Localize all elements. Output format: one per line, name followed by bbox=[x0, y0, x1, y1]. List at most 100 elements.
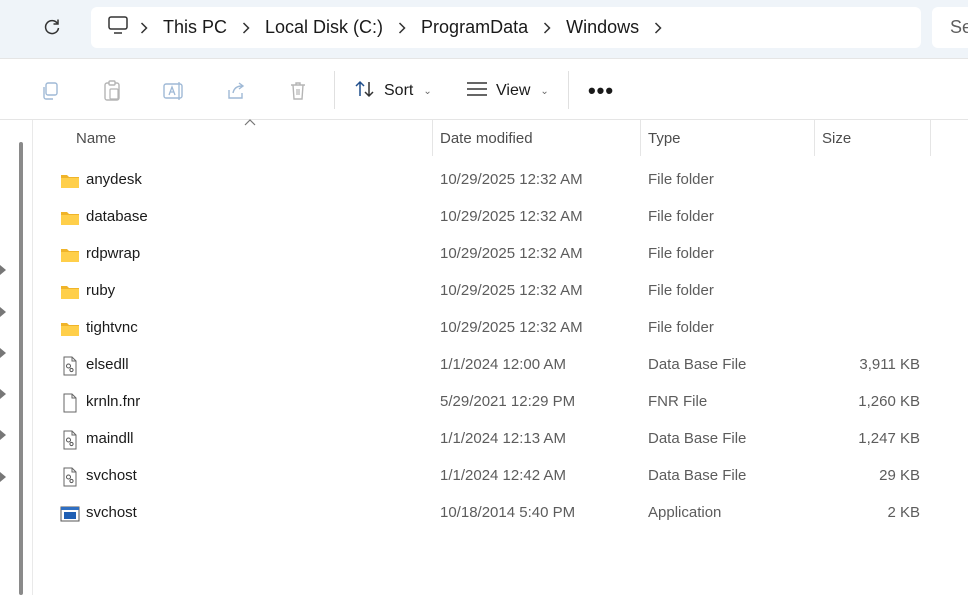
file-name: maindll bbox=[86, 430, 134, 447]
breadcrumb-label[interactable]: Local Disk (C:) bbox=[261, 17, 387, 38]
file-row[interactable]: rdpwrap 10/29/2025 12:32 AM File folder bbox=[50, 236, 930, 273]
settings-file-icon bbox=[63, 467, 77, 487]
breadcrumb-local-disk[interactable]: Local Disk (C:) bbox=[261, 17, 417, 38]
address-row: This PC Local Disk (C:) ProgramData Wind… bbox=[0, 0, 968, 58]
breadcrumb-programdata[interactable]: ProgramData bbox=[417, 17, 562, 38]
file-type: Application bbox=[648, 504, 722, 521]
file-row[interactable]: elsedll 1/1/2024 12:00 AM Data Base File… bbox=[50, 347, 930, 384]
search-placeholder: Se bbox=[950, 17, 968, 37]
chevron-down-icon: ⌄ bbox=[423, 85, 432, 97]
file-row[interactable]: anydesk 10/29/2025 12:32 AM File folder bbox=[50, 162, 930, 199]
view-button[interactable]: View ⌄ bbox=[466, 77, 549, 105]
application-icon bbox=[60, 506, 80, 522]
breadcrumb-label[interactable]: ProgramData bbox=[417, 17, 532, 38]
expand-arrow-icon[interactable] bbox=[0, 265, 8, 275]
rename-icon[interactable] bbox=[162, 79, 186, 103]
column-divider[interactable] bbox=[432, 120, 433, 156]
file-type: File folder bbox=[648, 245, 714, 262]
file-row[interactable]: krnln.fnr 5/29/2021 12:29 PM FNR File 1,… bbox=[50, 384, 930, 421]
folder-icon bbox=[61, 249, 79, 262]
folder-icon bbox=[61, 212, 79, 225]
file-date: 10/18/2014 5:40 PM bbox=[440, 504, 576, 521]
expand-arrow-icon[interactable] bbox=[0, 472, 8, 482]
delete-icon[interactable] bbox=[286, 79, 310, 103]
file-type: Data Base File bbox=[648, 430, 747, 447]
column-header-name[interactable]: Name bbox=[76, 120, 116, 156]
more-options-icon[interactable]: ••• bbox=[588, 78, 614, 103]
chevron-right-icon[interactable] bbox=[643, 18, 673, 38]
chevron-right-icon[interactable] bbox=[231, 18, 261, 38]
file-size: 1,260 KB bbox=[858, 393, 920, 410]
file-type: File folder bbox=[648, 319, 714, 336]
folder-icon bbox=[61, 323, 79, 336]
file-date: 10/29/2025 12:32 AM bbox=[440, 245, 583, 262]
file-row[interactable]: svchost 10/18/2014 5:40 PM Application 2… bbox=[50, 495, 930, 532]
file-date: 10/29/2025 12:32 AM bbox=[440, 171, 583, 188]
chevron-right-icon[interactable] bbox=[129, 18, 159, 38]
toolbar-divider bbox=[568, 71, 569, 109]
file-date: 1/1/2024 12:42 AM bbox=[440, 467, 566, 484]
file-type: File folder bbox=[648, 282, 714, 299]
sort-label: Sort bbox=[384, 82, 414, 99]
file-type: File folder bbox=[648, 171, 714, 188]
file-row[interactable]: tightvnc 10/29/2025 12:32 AM File folder bbox=[50, 310, 930, 347]
file-date: 1/1/2024 12:13 AM bbox=[440, 430, 566, 447]
search-input[interactable]: Se bbox=[932, 7, 968, 48]
file-name: anydesk bbox=[86, 171, 142, 188]
column-header-date[interactable]: Date modified bbox=[440, 120, 533, 156]
breadcrumb-label[interactable]: Windows bbox=[562, 17, 643, 38]
breadcrumb-label[interactable]: This PC bbox=[159, 17, 231, 38]
computer-icon bbox=[107, 15, 129, 40]
file-row[interactable]: svchost 1/1/2024 12:42 AM Data Base File… bbox=[50, 458, 930, 495]
view-label: View bbox=[496, 82, 531, 99]
command-bar: Sort ⌄ View ⌄ ••• bbox=[0, 58, 968, 120]
file-name: tightvnc bbox=[86, 319, 138, 336]
file-size: 2 KB bbox=[887, 504, 920, 521]
file-row[interactable]: ruby 10/29/2025 12:32 AM File folder bbox=[50, 273, 930, 310]
column-divider[interactable] bbox=[814, 120, 815, 156]
address-bar[interactable]: This PC Local Disk (C:) ProgramData Wind… bbox=[91, 7, 921, 48]
column-header-size[interactable]: Size bbox=[822, 120, 851, 156]
column-divider[interactable] bbox=[930, 120, 931, 156]
file-type: FNR File bbox=[648, 393, 708, 410]
file-name: krnln.fnr bbox=[86, 393, 141, 410]
column-header-type[interactable]: Type bbox=[648, 120, 681, 156]
breadcrumb-computer[interactable] bbox=[107, 15, 159, 40]
folder-icon bbox=[61, 175, 79, 188]
chevron-right-icon[interactable] bbox=[532, 18, 562, 38]
file-size: 29 KB bbox=[879, 467, 920, 484]
file-name: database bbox=[86, 208, 148, 225]
chevron-down-icon: ⌄ bbox=[540, 85, 549, 97]
expand-arrow-icon[interactable] bbox=[0, 348, 8, 358]
file-size: 3,911 KB bbox=[859, 356, 920, 373]
expand-arrow-icon[interactable] bbox=[0, 430, 8, 440]
file-name: ruby bbox=[86, 282, 116, 299]
file-row[interactable]: database 10/29/2025 12:32 AM File folder bbox=[50, 199, 930, 236]
file-type: Data Base File bbox=[648, 467, 747, 484]
refresh-icon[interactable] bbox=[40, 14, 64, 40]
sort-button[interactable]: Sort ⌄ bbox=[354, 77, 432, 105]
expand-arrow-icon[interactable] bbox=[0, 389, 8, 399]
file-name: svchost bbox=[86, 504, 137, 521]
paste-icon[interactable] bbox=[100, 79, 124, 103]
chevron-right-icon[interactable] bbox=[387, 18, 417, 38]
column-divider[interactable] bbox=[640, 120, 641, 156]
file-name: svchost bbox=[86, 467, 137, 484]
toolbar-divider bbox=[334, 71, 335, 109]
nav-scrollbar[interactable] bbox=[19, 142, 23, 595]
file-type: File folder bbox=[648, 208, 714, 225]
file-type: Data Base File bbox=[648, 356, 747, 373]
sort-ascending-icon bbox=[244, 119, 256, 126]
file-name: rdpwrap bbox=[86, 245, 141, 262]
file-date: 10/29/2025 12:32 AM bbox=[440, 319, 583, 336]
expand-arrow-icon[interactable] bbox=[0, 307, 8, 317]
copy-icon[interactable] bbox=[38, 79, 62, 103]
file-row[interactable]: maindll 1/1/2024 12:13 AM Data Base File… bbox=[50, 421, 930, 458]
breadcrumb-this-pc[interactable]: This PC bbox=[159, 17, 261, 38]
breadcrumb-windows[interactable]: Windows bbox=[562, 17, 673, 38]
file-date: 10/29/2025 12:32 AM bbox=[440, 282, 583, 299]
file-date: 5/29/2021 12:29 PM bbox=[440, 393, 576, 410]
share-icon[interactable] bbox=[224, 79, 248, 103]
sort-icon bbox=[354, 79, 376, 104]
file-name: elsedll bbox=[86, 356, 129, 373]
